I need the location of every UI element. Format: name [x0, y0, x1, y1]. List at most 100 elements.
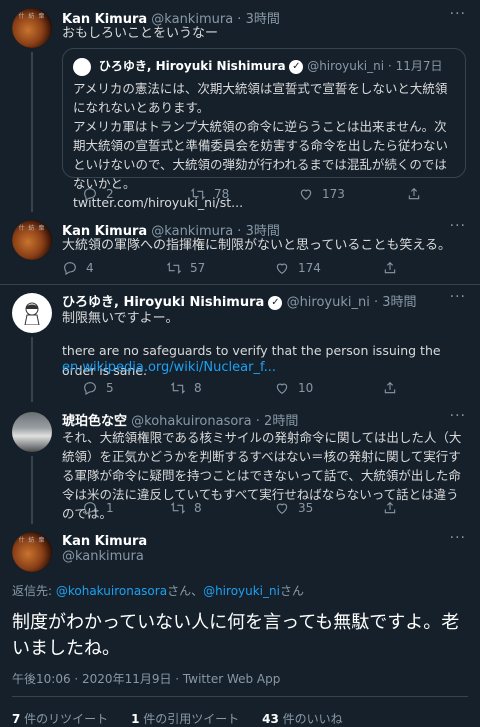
- retweet-count: 78: [214, 187, 230, 201]
- likes-stat[interactable]: 43 件のいいね: [262, 712, 343, 726]
- reply-mid: さん、: [167, 584, 204, 598]
- display-name[interactable]: Kan Kimura: [62, 534, 147, 549]
- retweet-icon: [170, 502, 186, 514]
- mention-kohakuironasora[interactable]: @kohakuironasora: [56, 584, 167, 598]
- more-options-icon[interactable]: ···: [450, 6, 466, 22]
- quoted-date: 11月7日: [395, 59, 443, 73]
- like-button[interactable]: 174: [274, 260, 321, 276]
- like-count: 174: [298, 261, 321, 275]
- thread-line: [31, 456, 33, 524]
- action-bar: 1 8 35: [62, 500, 462, 520]
- tweet-header: ひろゆき, Hiroyuki Nishimura ✓ @hiroyuki_ni …: [62, 295, 417, 310]
- retweet-icon: [190, 188, 206, 200]
- avatar-label: 什 紡 衆: [18, 13, 46, 20]
- display-name[interactable]: ひろゆき, Hiroyuki Nishimura: [62, 295, 264, 310]
- avatar[interactable]: 什 紡 衆: [12, 532, 52, 572]
- reply-button[interactable]: 2: [82, 186, 114, 202]
- retweet-icon: [170, 382, 186, 394]
- tweet-timestamp[interactable]: 午後10:06 · 2020年11月9日 · Twitter Web App: [12, 670, 280, 687]
- retweet-button[interactable]: 8: [170, 500, 202, 516]
- like-button[interactable]: 35: [274, 500, 313, 516]
- replying-to: 返信先: @kohakuironasoraさん、@hiroyuki_niさん: [12, 582, 304, 599]
- share-button[interactable]: [382, 500, 398, 516]
- retweet-count: 8: [194, 501, 202, 515]
- avatar[interactable]: 什 紡 衆: [12, 220, 52, 260]
- reply-count: 4: [86, 261, 94, 275]
- action-bar: 4 57 174: [62, 260, 462, 280]
- user-handle[interactable]: @kohakuironasora: [131, 414, 251, 429]
- share-icon: [384, 261, 396, 274]
- reply-icon: [84, 502, 96, 515]
- like-count: 10: [298, 381, 314, 395]
- avatar[interactable]: 什 紡 衆: [12, 8, 52, 48]
- like-count: 35: [298, 501, 314, 515]
- tweet-time[interactable]: 2時間: [264, 414, 298, 429]
- avatar[interactable]: [12, 412, 52, 452]
- retweet-count: 57: [190, 261, 206, 275]
- wikipedia-link[interactable]: en.wikipedia.org/wiki/Nuclear_f...: [62, 358, 462, 378]
- like-button[interactable]: 10: [274, 380, 313, 396]
- tweet-4[interactable]: 琥珀色な空 @kohakuironasora · 2時間 ··· それ、大統領権…: [0, 402, 480, 524]
- reply-button[interactable]: 5: [82, 380, 114, 396]
- reply-icon: [64, 262, 76, 275]
- reply-prefix: 返信先:: [12, 584, 56, 598]
- heart-icon: [276, 503, 288, 514]
- action-bar: 5 8 10: [62, 380, 462, 400]
- reply-button[interactable]: 4: [62, 260, 94, 276]
- tweet-text: 大統領の軍隊への指揮権に制限がないと思っていることも笑える。: [62, 238, 451, 253]
- share-button[interactable]: [382, 380, 398, 396]
- retweet-button[interactable]: 78: [190, 186, 229, 202]
- tweet-text: 制限無いですよー。: [62, 311, 179, 326]
- retweets-stat[interactable]: 7 件のリツイート: [12, 712, 108, 726]
- divider: [12, 696, 468, 697]
- retweet-button[interactable]: 57: [166, 260, 205, 276]
- reply-count: 5: [106, 381, 114, 395]
- tweet-2[interactable]: 什 紡 衆 Kan Kimura @kankimura · 3時間 ··· 大統…: [0, 212, 480, 284]
- reply-icon: [84, 382, 96, 395]
- heart-icon: [300, 189, 312, 200]
- mention-hiroyuki-ni[interactable]: @hiroyuki_ni: [203, 584, 280, 598]
- like-button[interactable]: 173: [298, 186, 345, 202]
- share-button[interactable]: [406, 186, 422, 202]
- quoted-tweet[interactable]: ひろゆき, Hiroyuki Nishimura ✓ @hiroyuki_ni …: [62, 48, 466, 210]
- tweet-header: 琥珀色な空 @kohakuironasora · 2時間: [62, 414, 299, 429]
- more-options-icon[interactable]: ···: [450, 408, 466, 424]
- more-options-icon[interactable]: ···: [450, 289, 466, 305]
- face-illustration-icon: [24, 302, 40, 325]
- tweet-time[interactable]: 3時間: [382, 295, 416, 310]
- retweet-count: 8: [194, 381, 202, 395]
- reply-icon: [84, 188, 96, 201]
- reply-suffix: さん: [279, 584, 304, 598]
- main-tweet-text: 制度がわかっていない人に何を言っても無駄ですよ。老いましたね。: [12, 612, 460, 659]
- tweet-text: おもしろいことをいうなー: [62, 26, 219, 41]
- quote-tweets-stat[interactable]: 1 件の引用ツイート: [131, 712, 239, 726]
- tweet-3[interactable]: ひろゆき, Hiroyuki Nishimura ✓ @hiroyuki_ni …: [0, 285, 480, 402]
- tweet-1[interactable]: 什 紡 衆 Kan Kimura @kankimura · 3時間 ··· おも…: [0, 0, 480, 212]
- thread-line: [31, 52, 33, 212]
- verified-icon: ✓: [268, 295, 283, 310]
- avatar[interactable]: [12, 293, 52, 333]
- quoted-avatar: [73, 57, 91, 76]
- engagement-stats: 7 件のリツイート 1 件の引用ツイート 43 件のいいね: [12, 710, 343, 727]
- reply-count: 1: [106, 501, 114, 515]
- verified-icon: ✓: [289, 59, 304, 74]
- avatar-label: 什 紡 衆: [18, 225, 46, 232]
- share-button[interactable]: [382, 260, 398, 276]
- action-bar: 2 78 173: [62, 186, 462, 206]
- reply-count: 2: [106, 187, 114, 201]
- share-icon: [384, 381, 396, 394]
- more-options-icon[interactable]: ···: [450, 530, 466, 546]
- quoted-handle: @hiroyuki_ni: [307, 59, 385, 73]
- heart-icon: [276, 263, 288, 274]
- like-count: 173: [322, 187, 345, 201]
- reply-button[interactable]: 1: [82, 500, 114, 516]
- thread-line: [31, 337, 33, 402]
- retweet-button[interactable]: 8: [170, 380, 202, 396]
- user-handle[interactable]: @kankimura: [62, 549, 147, 564]
- main-tweet-header: Kan Kimura @kankimura: [62, 534, 147, 564]
- user-handle[interactable]: @hiroyuki_ni: [287, 295, 370, 310]
- more-options-icon[interactable]: ···: [450, 218, 466, 234]
- quoted-display-name: ひろゆき, Hiroyuki Nishimura: [98, 59, 286, 73]
- display-name[interactable]: 琥珀色な空: [62, 414, 127, 429]
- share-icon: [384, 501, 396, 514]
